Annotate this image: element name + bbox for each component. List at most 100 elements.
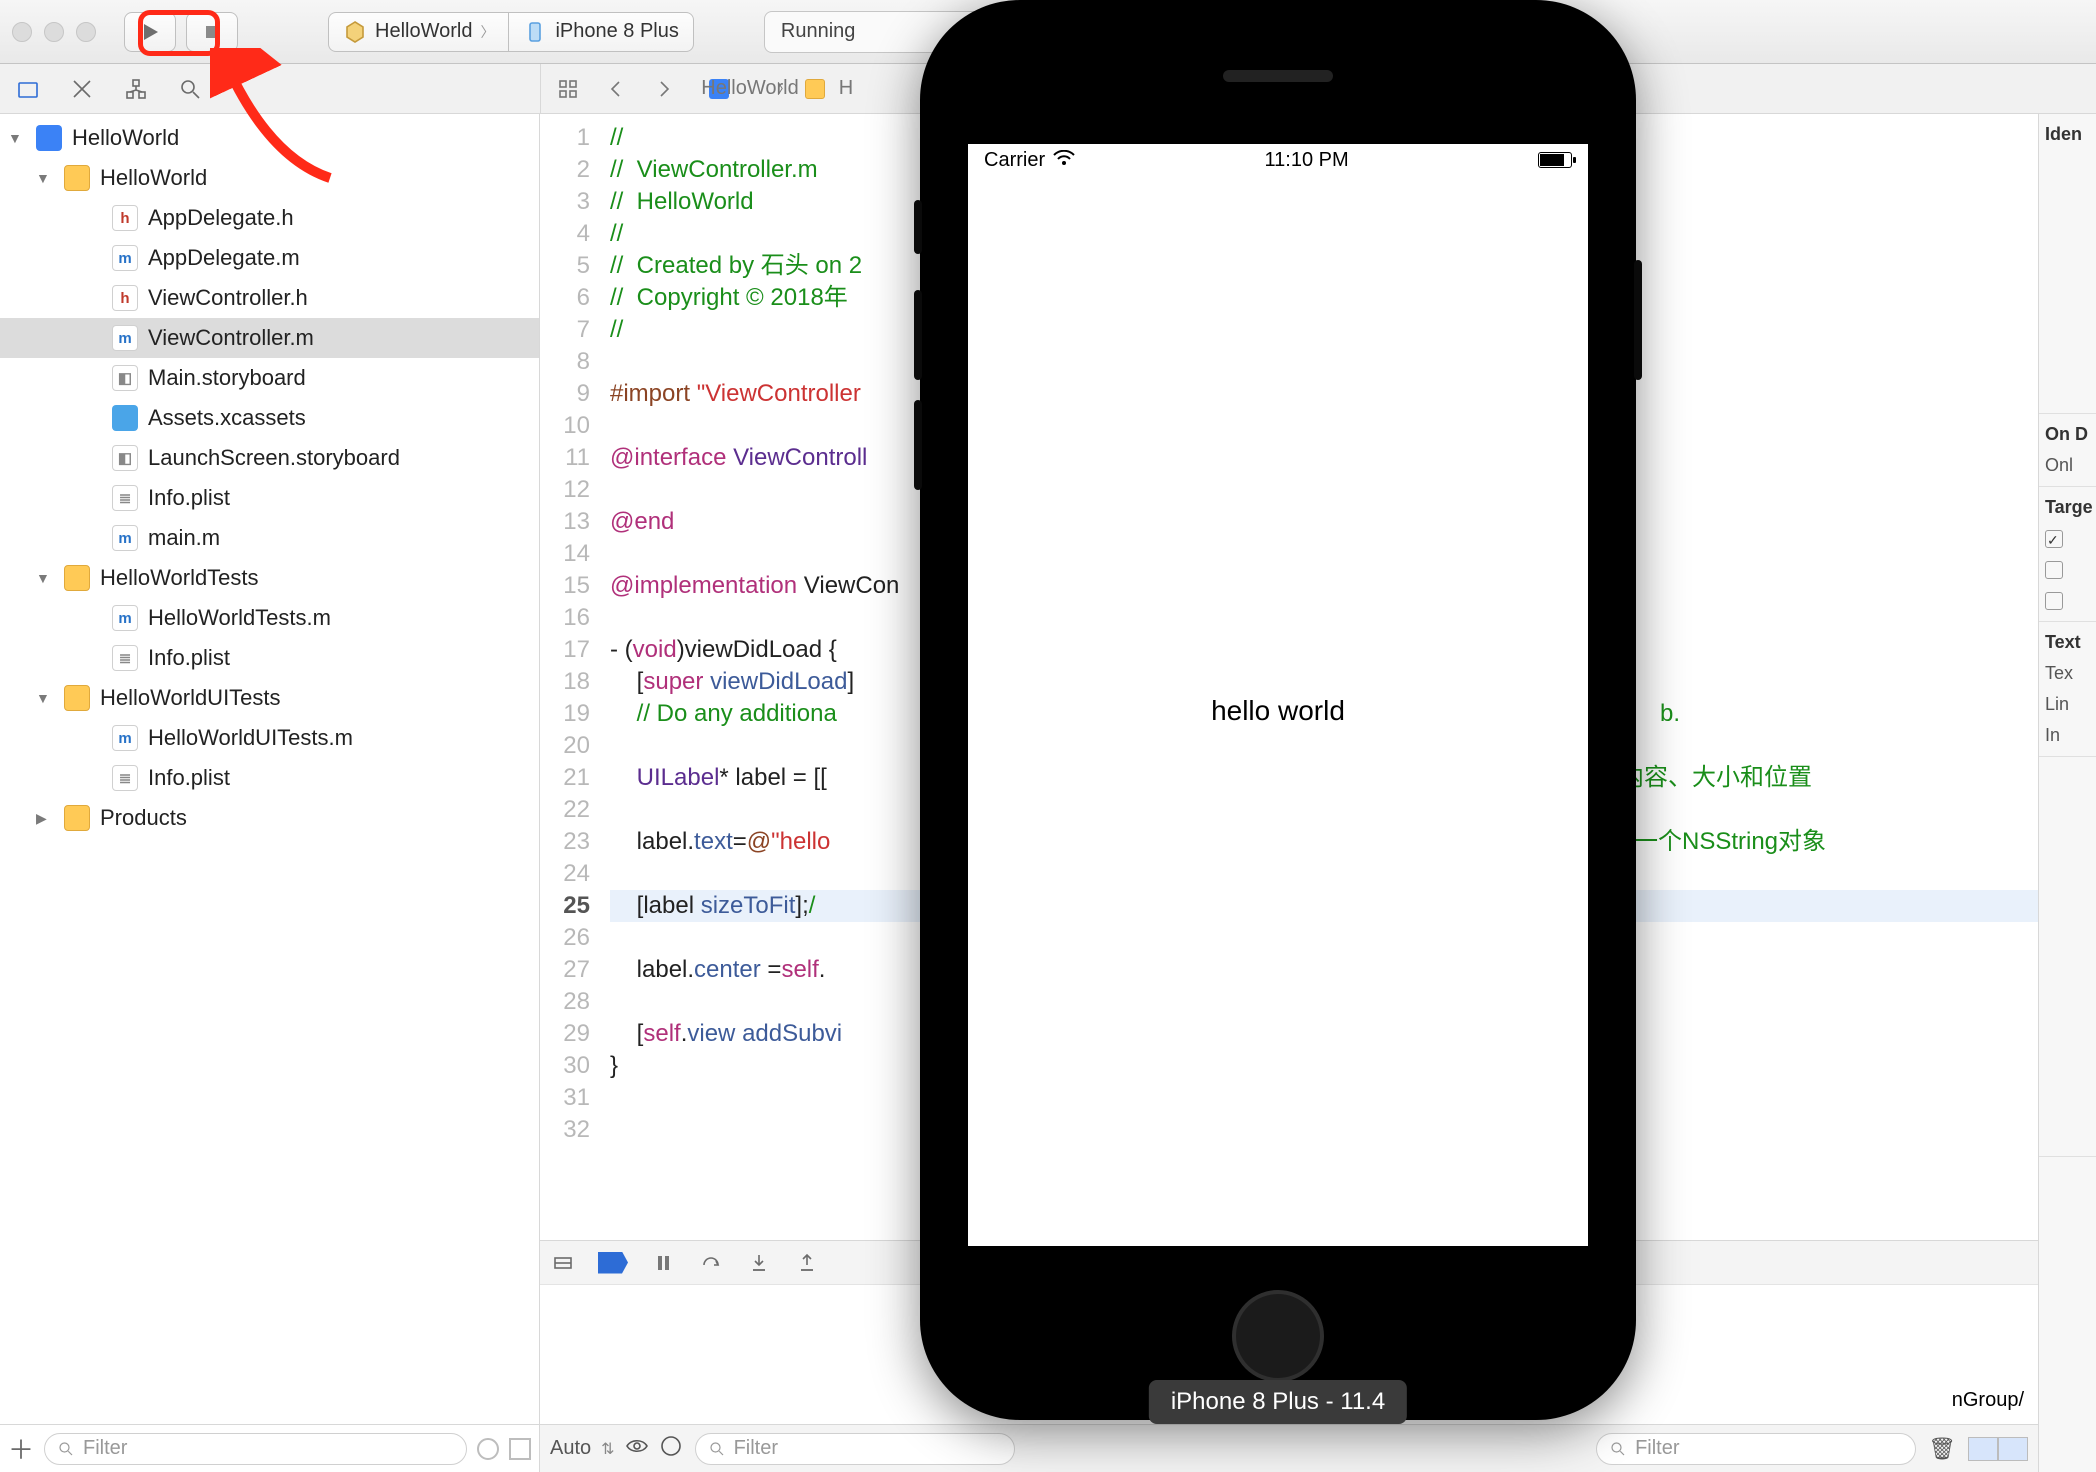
hierarchy-icon: [124, 77, 148, 101]
tree-file[interactable]: hViewController.h: [0, 278, 539, 318]
console-pane-toggle[interactable]: [1998, 1437, 2028, 1461]
tree-file[interactable]: hAppDelegate.h: [0, 198, 539, 238]
breakpoint-toggle[interactable]: [598, 1252, 628, 1274]
tree-file[interactable]: ≣ Info.plist: [0, 758, 539, 798]
inspector-row: Onl: [2045, 455, 2090, 476]
project-navigator-tab[interactable]: [14, 75, 42, 103]
tree-file[interactable]: Assets.xcassets: [0, 398, 539, 438]
plist-icon: ≣: [112, 765, 138, 791]
tree-group-uitests[interactable]: ▼HelloWorldUITests: [0, 678, 539, 718]
simulator-caption: iPhone 8 Plus - 11.4: [1149, 1380, 1407, 1424]
tree-file[interactable]: mmain.m: [0, 518, 539, 558]
editor-jump-bar: HelloWorld 〉 H: [541, 76, 859, 102]
tree-label: Info.plist: [148, 765, 230, 791]
find-navigator-tab[interactable]: [176, 75, 204, 103]
tree-file[interactable]: mHelloWorldUITests.m: [0, 718, 539, 758]
folder-crumb-icon: [805, 79, 825, 99]
scheme-device-button[interactable]: iPhone 8 Plus: [508, 12, 693, 52]
hello-world-label: hello world: [1211, 695, 1345, 727]
scheme-target-button[interactable]: HelloWorld 〉: [328, 12, 508, 52]
variables-pane-toggle[interactable]: [1968, 1437, 1998, 1461]
add-button[interactable]: ＋: [8, 1430, 34, 1467]
jump-bar-path[interactable]: HelloWorld 〉 H: [709, 76, 859, 102]
scheme-device-label: iPhone 8 Plus: [555, 20, 678, 43]
tree-file[interactable]: ≣Info.plist: [0, 478, 539, 518]
target-membership-row[interactable]: [2045, 528, 2090, 549]
tree-file[interactable]: ◧Main.storyboard: [0, 358, 539, 398]
clear-console-button[interactable]: 🗑: [1928, 1436, 1956, 1462]
recent-filter-toggle[interactable]: [477, 1438, 499, 1460]
print-description-button[interactable]: [659, 1434, 683, 1463]
storyboard-icon: ◧: [112, 445, 138, 471]
time-label: 11:10 PM: [1265, 149, 1349, 172]
filter-icon: [57, 1440, 75, 1458]
chevron-left-icon: [604, 77, 628, 101]
run-button[interactable]: [124, 12, 176, 52]
tree-file[interactable]: ≣Info.plist: [0, 638, 539, 678]
disclosure-triangle-icon[interactable]: ▼: [8, 130, 26, 146]
variables-filter-input[interactable]: Filter: [695, 1433, 1015, 1465]
checkbox-icon[interactable]: [2045, 592, 2063, 610]
folder-nav-icon: [16, 77, 40, 101]
source-control-navigator-tab[interactable]: [68, 75, 96, 103]
pause-icon: [651, 1251, 675, 1275]
tree-label: Info.plist: [148, 645, 230, 671]
volume-up-button: [914, 290, 922, 380]
stop-button[interactable]: [186, 12, 238, 52]
tree-group-products[interactable]: ▶ Products: [0, 798, 539, 838]
line-gutter[interactable]: 1234567891011121314151617181920212223242…: [540, 114, 600, 1240]
tree-group-app[interactable]: ▼ HelloWorld: [0, 158, 539, 198]
tree-label: AppDelegate.h: [148, 205, 294, 231]
symbol-navigator-tab[interactable]: [122, 75, 150, 103]
checkbox-icon[interactable]: [2045, 530, 2063, 548]
target-membership-row[interactable]: [2045, 590, 2090, 611]
app-root-view[interactable]: hello world: [968, 176, 1588, 1246]
jump-bar-file: H: [833, 76, 859, 102]
tree-file-selected[interactable]: mViewController.m: [0, 318, 539, 358]
impl-file-icon: m: [112, 245, 138, 271]
stepper-icon[interactable]: ⇅: [601, 1439, 614, 1459]
go-forward-button[interactable]: [651, 76, 677, 102]
quicklook-button[interactable]: [625, 1434, 649, 1463]
tree-file[interactable]: ◧LaunchScreen.storyboard: [0, 438, 539, 478]
inspector-panel: Iden On DOnl Targe Text Tex Lin In: [2038, 114, 2096, 1472]
tree-label: HelloWorld: [100, 165, 207, 191]
phone-screen[interactable]: Carrier 11:10 PM hello world: [968, 144, 1588, 1246]
continue-button[interactable]: [650, 1250, 676, 1276]
home-button[interactable]: [1232, 1290, 1324, 1382]
disclosure-triangle-icon[interactable]: ▶: [36, 810, 54, 827]
collapse-icon: [551, 1251, 575, 1275]
close-window-button[interactable]: [12, 22, 32, 42]
navigator-filter-input[interactable]: Filter: [44, 1433, 467, 1465]
disclosure-triangle-icon[interactable]: ▼: [36, 690, 54, 706]
step-out-button[interactable]: [794, 1250, 820, 1276]
code-trail: 内容、大小和位置: [1620, 762, 1812, 794]
inspector-section-identity: Iden: [2045, 124, 2090, 145]
step-out-icon: [795, 1251, 819, 1275]
related-items-button[interactable]: [555, 76, 581, 102]
target-membership-row[interactable]: [2045, 559, 2090, 580]
ios-simulator-window[interactable]: Carrier 11:10 PM hello world iPhone 8 Pl…: [920, 0, 1636, 1420]
disclosure-triangle-icon[interactable]: ▼: [36, 570, 54, 586]
step-into-button[interactable]: [746, 1250, 772, 1276]
tree-file[interactable]: mAppDelegate.m: [0, 238, 539, 278]
zoom-window-button[interactable]: [76, 22, 96, 42]
tree-label: Products: [100, 805, 187, 831]
hide-debug-button[interactable]: [550, 1250, 576, 1276]
navigator-filter-bar: ＋ Filter: [0, 1424, 539, 1472]
minimize-window-button[interactable]: [44, 22, 64, 42]
scm-filter-toggle[interactable]: [509, 1438, 531, 1460]
console-filter-input[interactable]: Filter: [1596, 1433, 1916, 1465]
debug-panel-toggle[interactable]: [1968, 1437, 2028, 1461]
step-over-button[interactable]: [698, 1250, 724, 1276]
run-stop-group: [124, 12, 238, 52]
go-back-button[interactable]: [603, 76, 629, 102]
tree-project-root[interactable]: ▼HelloWorld: [0, 118, 539, 158]
tree-group-tests[interactable]: ▼HelloWorldTests: [0, 558, 539, 598]
checkbox-icon[interactable]: [2045, 561, 2063, 579]
info-icon: [659, 1434, 683, 1458]
navigator-tabs: [0, 75, 540, 103]
disclosure-triangle-icon[interactable]: ▼: [36, 170, 54, 186]
tree-file[interactable]: mHelloWorldTests.m: [0, 598, 539, 638]
variables-scope-label[interactable]: Auto: [550, 1437, 591, 1460]
